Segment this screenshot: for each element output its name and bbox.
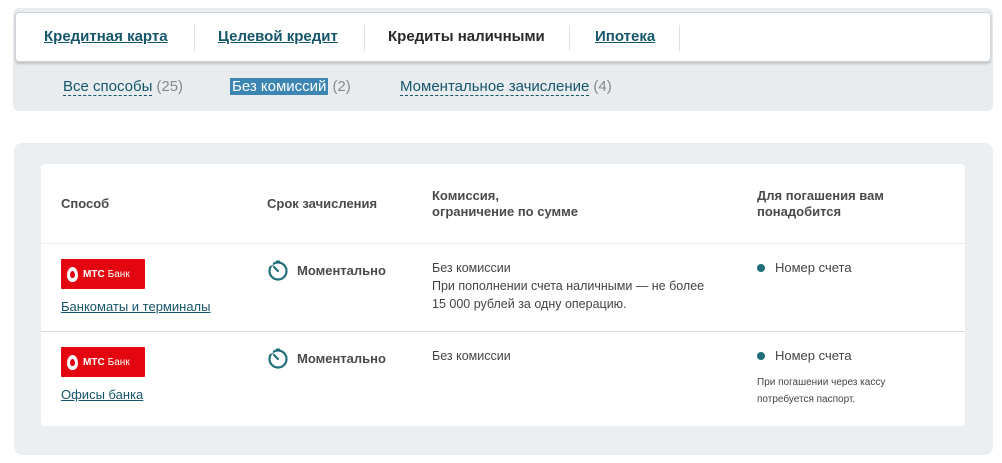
stopwatch-icon	[268, 348, 288, 369]
requirement-note: При погашении через кассу потребуется па…	[757, 374, 927, 408]
requirement-note-line2: потребуется паспорт.	[757, 394, 856, 405]
methods-panel: Способ Срок зачисления Комиссия, огранич…	[14, 143, 993, 455]
method-link-atms[interactable]: Банкоматы и терминалы	[61, 299, 210, 314]
tabs-bar: Кредитная карта Целевой кредит Кредиты н…	[15, 12, 991, 62]
mts-egg-icon	[67, 266, 78, 282]
bank-logo-main-text: МТС	[83, 356, 105, 368]
filter-all-methods[interactable]: Все способы (25)	[63, 78, 184, 96]
fee-line3: 15 000 рублей за одну операцию.	[432, 297, 627, 311]
methods-table: Способ Срок зачисления Комиссия, огранич…	[41, 164, 965, 426]
row-divider	[41, 331, 965, 332]
filter-no-fee[interactable]: Без комиссий (2)	[230, 78, 351, 95]
tab-divider	[569, 25, 570, 51]
header-requirements: Для погашения вам понадобится	[757, 188, 884, 220]
speed-value: Моментально	[297, 263, 386, 278]
requirement-text: Номер счета	[775, 348, 852, 363]
header-fee-line2: ограничение по сумме	[432, 204, 578, 219]
mts-bank-logo: МТС Банк	[61, 347, 145, 377]
fee-line1: Без комиссии	[432, 261, 511, 275]
header-req-line2: понадобится	[757, 204, 842, 219]
speed-value: Моментально	[297, 351, 386, 366]
filter-all-methods-label[interactable]: Все способы	[63, 78, 153, 96]
fee-line2: При пополнении счета наличными — не боле…	[432, 279, 705, 293]
bullet-dot-icon	[757, 352, 765, 360]
filter-all-methods-count: (25)	[156, 78, 184, 95]
header-divider	[41, 243, 965, 244]
tab-divider	[194, 25, 195, 51]
header-fee-line1: Комиссия,	[432, 188, 499, 203]
header-fee: Комиссия, ограничение по сумме	[432, 188, 578, 220]
tab-credit-card[interactable]: Кредитная карта	[44, 13, 168, 61]
filter-instant-label[interactable]: Моментальное зачисление	[400, 78, 590, 96]
header-speed: Срок зачисления	[267, 196, 378, 211]
tab-cash-loans[interactable]: Кредиты наличными	[388, 13, 545, 61]
tab-divider	[679, 25, 680, 51]
bank-logo-main-text: МТС	[83, 268, 105, 280]
filter-instant[interactable]: Моментальное зачисление (4)	[400, 78, 612, 96]
header-method: Способ	[61, 196, 110, 211]
requirement-note-line1: При погашении через кассу	[757, 377, 886, 388]
mts-bank-logo: МТС Банк	[61, 259, 145, 289]
fee-line1: Без комиссии	[432, 349, 511, 363]
fee-info: Без комиссии	[432, 347, 511, 365]
tab-divider	[364, 25, 365, 51]
loan-type-panel: Кредитная карта Целевой кредит Кредиты н…	[13, 8, 993, 111]
tab-target-loan[interactable]: Целевой кредит	[218, 13, 338, 61]
stopwatch-icon	[268, 260, 288, 281]
filter-instant-count: (4)	[593, 78, 612, 95]
bank-logo-sub-text: Банк	[107, 356, 130, 368]
fee-info: Без комиссии При пополнении счета наличн…	[432, 259, 704, 313]
filter-no-fee-label[interactable]: Без комиссий	[230, 78, 329, 95]
requirement-text: Номер счета	[775, 260, 852, 275]
method-link-bank-offices[interactable]: Офисы банка	[61, 387, 143, 402]
header-req-line1: Для погашения вам	[757, 188, 884, 203]
mts-egg-icon	[67, 354, 78, 370]
bank-logo-sub-text: Банк	[107, 268, 130, 280]
bullet-dot-icon	[757, 264, 765, 272]
filter-no-fee-count: (2)	[332, 78, 351, 95]
tab-mortgage[interactable]: Ипотека	[595, 13, 655, 61]
